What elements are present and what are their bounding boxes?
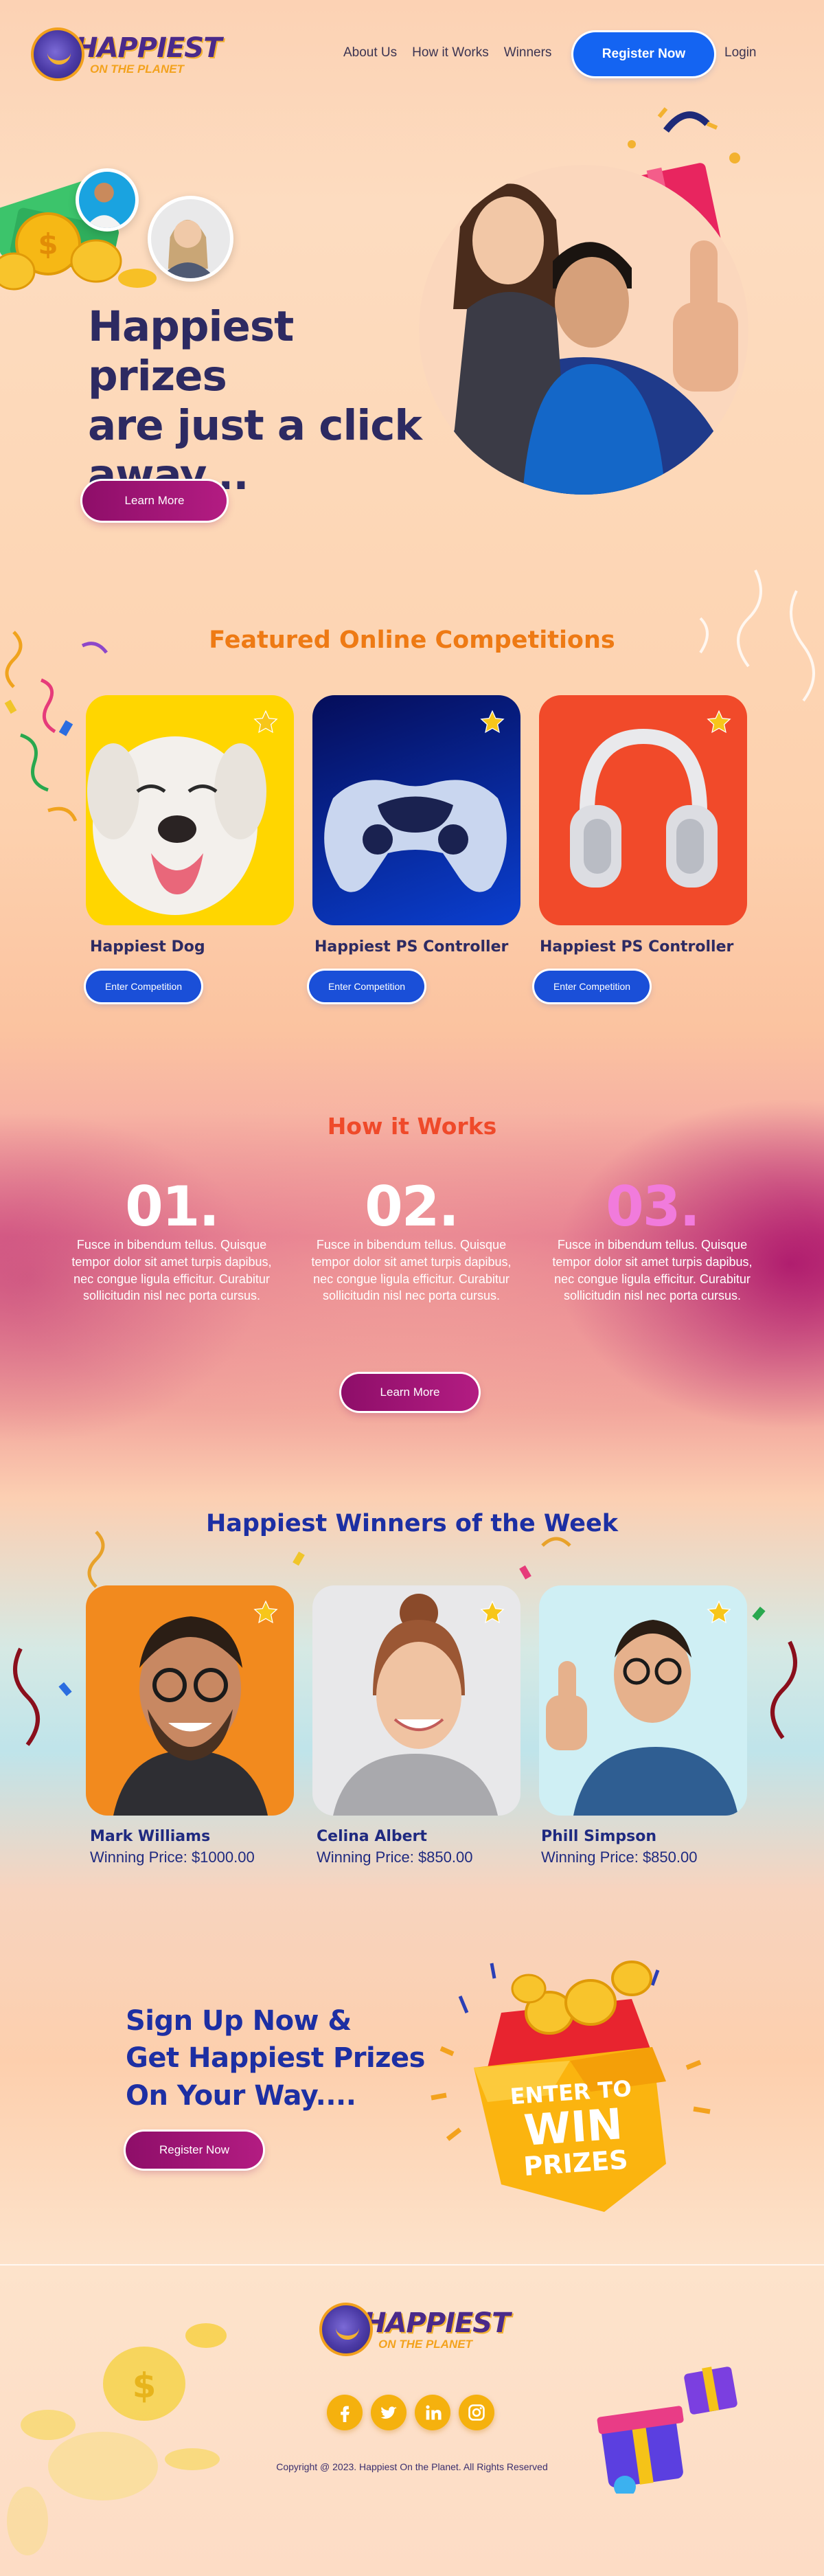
social-links [327,2395,494,2430]
card-title: Happiest Dog [90,938,205,956]
step-description: Fusce in bibendum tellus. Quisque tempor… [552,1238,753,1303]
card-title: Happiest PS Controller [540,938,734,956]
winner-price: Winning Price: $1000.00 [90,1849,255,1866]
step-number: 02. [365,1175,459,1239]
instagram-icon[interactable] [459,2395,494,2430]
planet-logo-icon [31,27,84,81]
win-prizes-box: ENTER TO WIN PRIZES [426,1937,714,2219]
card-title: Happiest PS Controller [314,938,509,956]
star-icon [253,710,278,734]
star-icon [253,1600,278,1624]
winner-avatar-woman [148,196,233,282]
star-icon [480,1600,505,1624]
star-icon [707,1600,731,1624]
how-it-works-learn-more-button[interactable]: Learn More [341,1374,479,1411]
competition-card-ps-controller[interactable] [312,695,520,925]
star-icon [480,710,505,734]
floating-coins-decor: $ [7,2323,227,2555]
linkedin-icon[interactable] [415,2395,450,2430]
step-number: 01. [125,1175,220,1239]
winner-price: Winning Price: $850.00 [541,1849,698,1866]
gift-boxes-decor [597,2366,737,2494]
enter-competition-button[interactable]: Enter Competition [86,971,201,1002]
footer-logo[interactable]: HAPPIEST ON THE PLANET [319,2301,512,2358]
header-logo[interactable]: HAPPIEST ON THE PLANET [31,26,223,82]
logo-sub-text: ON THE PLANET [90,62,184,76]
competition-card-headphones[interactable] [539,695,747,925]
happy-couple-gift-image [419,107,748,495]
winner-card [86,1585,294,1816]
star-icon [707,710,731,734]
winner-price: Winning Price: $850.00 [317,1849,473,1866]
nav-about-us[interactable]: About Us [343,45,397,62]
step-description: Fusce in bibendum tellus. Quisque tempor… [311,1238,512,1303]
svg-text:$: $ [38,227,58,261]
main-nav: About Us How it Works Winners [343,45,551,62]
login-link[interactable]: Login [724,45,757,60]
register-now-button[interactable]: Register Now [573,32,714,76]
winner-name: Celina Albert [317,1828,427,1845]
planet-logo-icon [319,2303,373,2356]
nav-how-it-works[interactable]: How it Works [412,45,489,62]
signup-register-button[interactable]: Register Now [126,2132,263,2169]
twitter-icon[interactable] [371,2395,407,2430]
facebook-icon[interactable] [327,2395,363,2430]
winner-name: Mark Williams [90,1828,211,1845]
step-description: Fusce in bibendum tellus. Quisque tempor… [71,1238,272,1303]
winner-name: Phill Simpson [541,1828,656,1845]
winner-card [312,1585,520,1816]
logo-main-text: HAPPIEST [363,2307,510,2339]
enter-competition-button[interactable]: Enter Competition [534,971,650,1002]
how-it-works-title: How it Works [327,1113,497,1140]
hero-learn-more-button[interactable]: Learn More [82,481,227,521]
signup-title: Sign Up Now & Get Happiest Prizes On You… [126,2005,425,2112]
winner-card [539,1585,747,1816]
competition-card-dog[interactable] [86,695,294,925]
enter-competition-button[interactable]: Enter Competition [309,971,424,1002]
logo-sub-text: ON THE PLANET [378,2337,472,2351]
footer-divider [0,2264,824,2266]
featured-title: Featured Online Competitions [209,626,615,654]
hero-title: Happiest prizes are just a click away... [88,302,422,499]
nav-winners[interactable]: Winners [504,45,552,62]
step-number: 03. [606,1175,700,1239]
winner-avatar-man [76,168,139,231]
logo-main-text: HAPPIEST [75,32,222,64]
svg-text:$: $ [133,2366,157,2406]
